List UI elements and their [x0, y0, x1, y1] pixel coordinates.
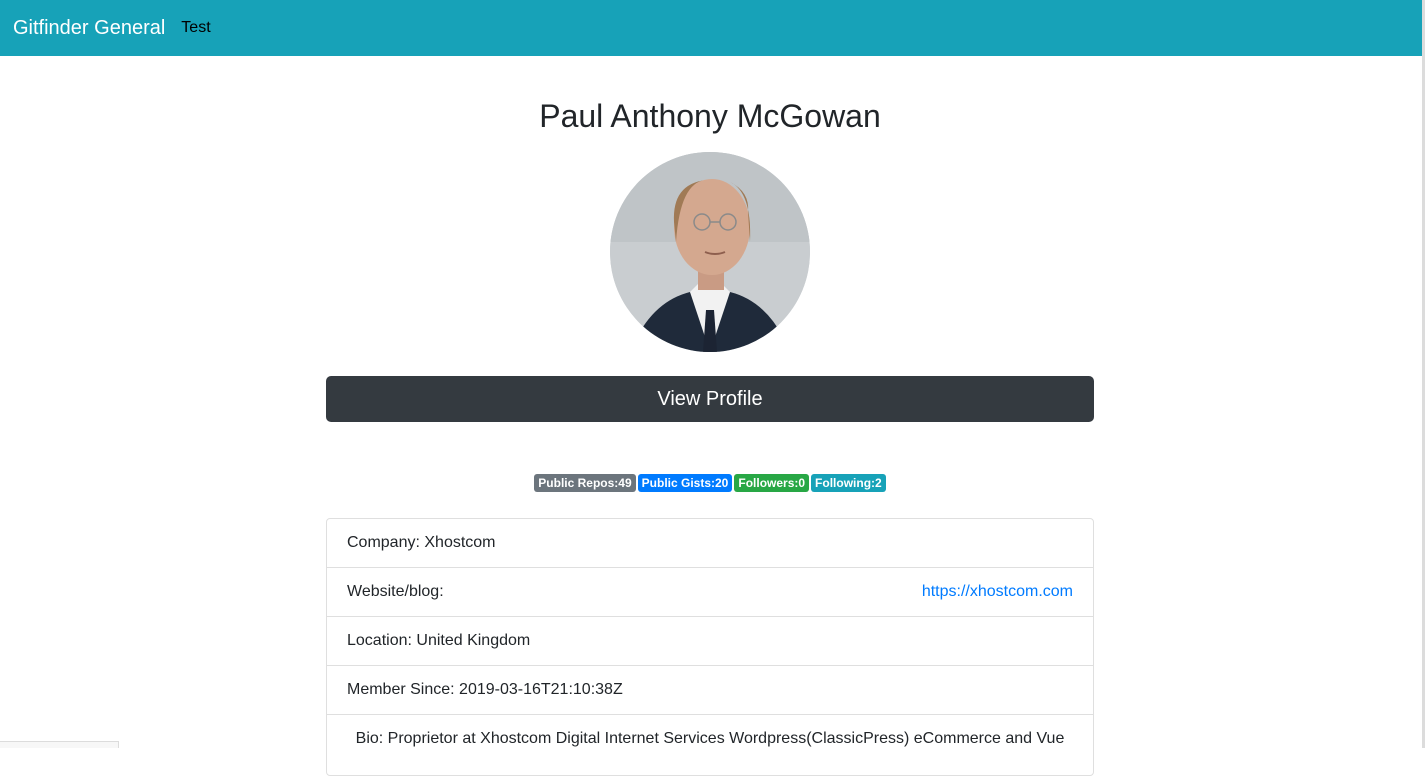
details-list: Company: Xhostcom Website/blog: https://…: [326, 518, 1094, 776]
status-bar-fragment: [0, 741, 119, 748]
list-item-company: Company: Xhostcom: [327, 519, 1093, 568]
list-item-website: Website/blog: https://xhostcom.com: [327, 568, 1093, 617]
stats-badges: Public Repos:49 Public Gists:20 Follower…: [326, 474, 1094, 492]
user-photo-icon: [610, 152, 810, 352]
list-item-member-since: Member Since: 2019-03-16T21:10:38Z: [327, 666, 1093, 715]
website-label: Website/blog:: [347, 583, 444, 600]
nav-link-test[interactable]: Test: [181, 19, 210, 37]
badge-public-gists: Public Gists:20: [637, 474, 733, 492]
badge-following: Following:2: [811, 474, 886, 492]
top-navbar: Gitfinder General Test: [0, 0, 1422, 56]
badge-followers: Followers:0: [734, 474, 810, 492]
view-profile-button[interactable]: View Profile: [326, 376, 1094, 422]
profile-container: Paul Anthony McGowan View Profile Public…: [326, 56, 1094, 776]
website-link[interactable]: https://xhostcom.com: [922, 583, 1073, 601]
member-since-text: Member Since: 2019-03-16T21:10:38Z: [347, 681, 623, 698]
location-text: Location: United Kingdom: [347, 632, 531, 649]
list-item-location: Location: United Kingdom: [327, 617, 1093, 666]
avatar: [610, 152, 810, 352]
bio-text: Bio: Proprietor at Xhostcom Digital Inte…: [355, 730, 1065, 747]
profile-name: Paul Anthony McGowan: [539, 98, 881, 134]
badge-public-repos: Public Repos:49: [534, 474, 636, 492]
list-item-bio: Bio: Proprietor at Xhostcom Digital Inte…: [327, 715, 1093, 775]
brand-link[interactable]: Gitfinder General: [13, 17, 165, 40]
company-text: Company: Xhostcom: [347, 534, 496, 551]
